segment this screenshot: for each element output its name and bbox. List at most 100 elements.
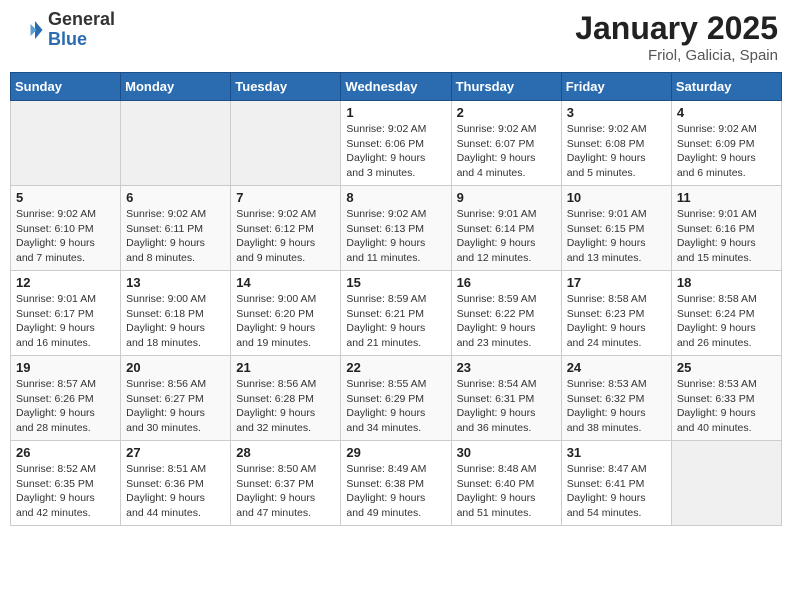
- day-number: 7: [236, 190, 335, 205]
- day-info: Sunrise: 8:54 AM Sunset: 6:31 PM Dayligh…: [457, 377, 556, 436]
- day-number: 27: [126, 445, 225, 460]
- day-number: 29: [346, 445, 445, 460]
- calendar-cell: 20 Sunrise: 8:56 AM Sunset: 6:27 PM Dayli…: [121, 356, 231, 441]
- day-number: 26: [16, 445, 115, 460]
- calendar-cell: 17Sunrise: 8:58 AM Sunset: 6:23 PM Dayli…: [561, 271, 671, 356]
- day-info: Sunrise: 8:59 AM Sunset: 6:22 PM Dayligh…: [457, 292, 556, 351]
- day-info: Sunrise: 9:02 AM Sunset: 6:07 PM Dayligh…: [457, 122, 556, 181]
- calendar-cell: 30Sunrise: 8:48 AM Sunset: 6:40 PM Dayli…: [451, 441, 561, 526]
- calendar-cell: 22Sunrise: 8:55 AM Sunset: 6:29 PM Dayli…: [341, 356, 451, 441]
- day-number: 19: [16, 360, 115, 375]
- day-number: 20: [126, 360, 225, 375]
- day-number: 1: [346, 105, 445, 120]
- day-number: 6: [126, 190, 225, 205]
- calendar-cell: 3Sunrise: 9:02 AM Sunset: 6:08 PM Daylig…: [561, 101, 671, 186]
- day-info: Sunrise: 8:50 AM Sunset: 6:37 PM Dayligh…: [236, 462, 335, 521]
- day-info: Sunrise: 8:55 AM Sunset: 6:29 PM Dayligh…: [346, 377, 445, 436]
- day-info: Sunrise: 8:58 AM Sunset: 6:23 PM Dayligh…: [567, 292, 666, 351]
- calendar-cell: 31 Sunrise: 8:47 AM Sunset: 6:41 PM Dayli…: [561, 441, 671, 526]
- day-info: Sunrise: 9:02 AM Sunset: 6:09 PM Dayligh…: [677, 122, 776, 181]
- calendar-cell: 6 Sunrise: 9:02 AM Sunset: 6:11 PM Daylig…: [121, 186, 231, 271]
- title-block: January 2025 Friol, Galicia, Spain: [575, 10, 778, 64]
- calendar-cell: 12 Sunrise: 9:01 AM Sunset: 6:17 PM Dayli…: [11, 271, 121, 356]
- day-info: Sunrise: 8:56 AM Sunset: 6:27 PM Dayligh…: [126, 377, 225, 436]
- week-row-2: 5 Sunrise: 9:02 AM Sunset: 6:10 PM Daylig…: [11, 186, 782, 271]
- day-number: 23: [457, 360, 556, 375]
- week-row-5: 26 Sunrise: 8:52 AM Sunset: 6:35 PM Dayli…: [11, 441, 782, 526]
- day-info: Sunrise: 8:49 AM Sunset: 6:38 PM Dayligh…: [346, 462, 445, 521]
- day-info: Sunrise: 8:52 AM Sunset: 6:35 PM Dayligh…: [16, 462, 115, 521]
- page-header: General Blue January 2025 Friol, Galicia…: [10, 10, 782, 64]
- day-info: Sunrise: 8:58 AM Sunset: 6:24 PM Dayligh…: [677, 292, 776, 351]
- logo-blue: Blue: [48, 30, 115, 50]
- calendar-cell: 28Sunrise: 8:50 AM Sunset: 6:37 PM Dayli…: [231, 441, 341, 526]
- day-number: 12: [16, 275, 115, 290]
- calendar-cell: 9Sunrise: 9:01 AM Sunset: 6:14 PM Daylig…: [451, 186, 561, 271]
- day-info: Sunrise: 9:02 AM Sunset: 6:13 PM Dayligh…: [346, 207, 445, 266]
- calendar-cell: 16 Sunrise: 8:59 AM Sunset: 6:22 PM Dayli…: [451, 271, 561, 356]
- calendar-cell: 10 Sunrise: 9:01 AM Sunset: 6:15 PM Dayli…: [561, 186, 671, 271]
- day-number: 18: [677, 275, 776, 290]
- calendar-cell: 1Sunrise: 9:02 AM Sunset: 6:06 PM Daylig…: [341, 101, 451, 186]
- day-info: Sunrise: 9:02 AM Sunset: 6:10 PM Dayligh…: [16, 207, 115, 266]
- weekday-header-tuesday: Tuesday: [231, 73, 341, 101]
- day-number: 14: [236, 275, 335, 290]
- day-info: Sunrise: 8:57 AM Sunset: 6:26 PM Dayligh…: [16, 377, 115, 436]
- calendar-cell: 11 Sunrise: 9:01 AM Sunset: 6:16 PM Dayli…: [671, 186, 781, 271]
- day-number: 13: [126, 275, 225, 290]
- day-info: Sunrise: 9:00 AM Sunset: 6:18 PM Dayligh…: [126, 292, 225, 351]
- calendar-cell: [11, 101, 121, 186]
- day-number: 3: [567, 105, 666, 120]
- calendar-cell: 5 Sunrise: 9:02 AM Sunset: 6:10 PM Daylig…: [11, 186, 121, 271]
- day-info: Sunrise: 8:53 AM Sunset: 6:33 PM Dayligh…: [677, 377, 776, 436]
- day-info: Sunrise: 9:02 AM Sunset: 6:12 PM Dayligh…: [236, 207, 335, 266]
- calendar-cell: 8Sunrise: 9:02 AM Sunset: 6:13 PM Daylig…: [341, 186, 451, 271]
- day-info: Sunrise: 9:01 AM Sunset: 6:17 PM Dayligh…: [16, 292, 115, 351]
- day-number: 11: [677, 190, 776, 205]
- day-info: Sunrise: 8:59 AM Sunset: 6:21 PM Dayligh…: [346, 292, 445, 351]
- day-info: Sunrise: 9:01 AM Sunset: 6:16 PM Dayligh…: [677, 207, 776, 266]
- month-title: January 2025: [575, 10, 778, 47]
- day-info: Sunrise: 8:56 AM Sunset: 6:28 PM Dayligh…: [236, 377, 335, 436]
- day-info: Sunrise: 8:47 AM Sunset: 6:41 PM Dayligh…: [567, 462, 666, 521]
- weekday-header-monday: Monday: [121, 73, 231, 101]
- calendar-cell: 14 Sunrise: 9:00 AM Sunset: 6:20 PM Dayli…: [231, 271, 341, 356]
- calendar-cell: 19 Sunrise: 8:57 AM Sunset: 6:26 PM Dayli…: [11, 356, 121, 441]
- day-number: 15: [346, 275, 445, 290]
- logo-icon: [14, 15, 44, 45]
- weekday-header-row: SundayMondayTuesdayWednesdayThursdayFrid…: [11, 73, 782, 101]
- calendar-cell: 27 Sunrise: 8:51 AM Sunset: 6:36 PM Dayli…: [121, 441, 231, 526]
- week-row-4: 19 Sunrise: 8:57 AM Sunset: 6:26 PM Dayli…: [11, 356, 782, 441]
- calendar-cell: [231, 101, 341, 186]
- weekday-header-thursday: Thursday: [451, 73, 561, 101]
- logo-text: General Blue: [48, 10, 115, 50]
- day-number: 16: [457, 275, 556, 290]
- calendar-cell: 7 Sunrise: 9:02 AM Sunset: 6:12 PM Daylig…: [231, 186, 341, 271]
- calendar: SundayMondayTuesdayWednesdayThursdayFrid…: [10, 72, 782, 526]
- calendar-cell: 15 Sunrise: 8:59 AM Sunset: 6:21 PM Dayli…: [341, 271, 451, 356]
- calendar-cell: 13 Sunrise: 9:00 AM Sunset: 6:18 PM Dayli…: [121, 271, 231, 356]
- day-number: 5: [16, 190, 115, 205]
- day-info: Sunrise: 8:48 AM Sunset: 6:40 PM Dayligh…: [457, 462, 556, 521]
- day-info: Sunrise: 8:51 AM Sunset: 6:36 PM Dayligh…: [126, 462, 225, 521]
- calendar-cell: 2 Sunrise: 9:02 AM Sunset: 6:07 PM Daylig…: [451, 101, 561, 186]
- week-row-1: 1Sunrise: 9:02 AM Sunset: 6:06 PM Daylig…: [11, 101, 782, 186]
- calendar-cell: [121, 101, 231, 186]
- day-number: 10: [567, 190, 666, 205]
- calendar-cell: 29 Sunrise: 8:49 AM Sunset: 6:38 PM Dayli…: [341, 441, 451, 526]
- weekday-header-sunday: Sunday: [11, 73, 121, 101]
- day-info: Sunrise: 9:01 AM Sunset: 6:14 PM Dayligh…: [457, 207, 556, 266]
- logo-general: General: [48, 10, 115, 30]
- calendar-cell: 25Sunrise: 8:53 AM Sunset: 6:33 PM Dayli…: [671, 356, 781, 441]
- day-number: 31: [567, 445, 666, 460]
- calendar-cell: 4Sunrise: 9:02 AM Sunset: 6:09 PM Daylig…: [671, 101, 781, 186]
- weekday-header-friday: Friday: [561, 73, 671, 101]
- day-info: Sunrise: 9:01 AM Sunset: 6:15 PM Dayligh…: [567, 207, 666, 266]
- day-info: Sunrise: 9:02 AM Sunset: 6:11 PM Dayligh…: [126, 207, 225, 266]
- day-number: 24: [567, 360, 666, 375]
- calendar-cell: 21Sunrise: 8:56 AM Sunset: 6:28 PM Dayli…: [231, 356, 341, 441]
- day-info: Sunrise: 9:00 AM Sunset: 6:20 PM Dayligh…: [236, 292, 335, 351]
- calendar-cell: 18 Sunrise: 8:58 AM Sunset: 6:24 PM Dayli…: [671, 271, 781, 356]
- day-number: 2: [457, 105, 556, 120]
- calendar-cell: 24Sunrise: 8:53 AM Sunset: 6:32 PM Dayli…: [561, 356, 671, 441]
